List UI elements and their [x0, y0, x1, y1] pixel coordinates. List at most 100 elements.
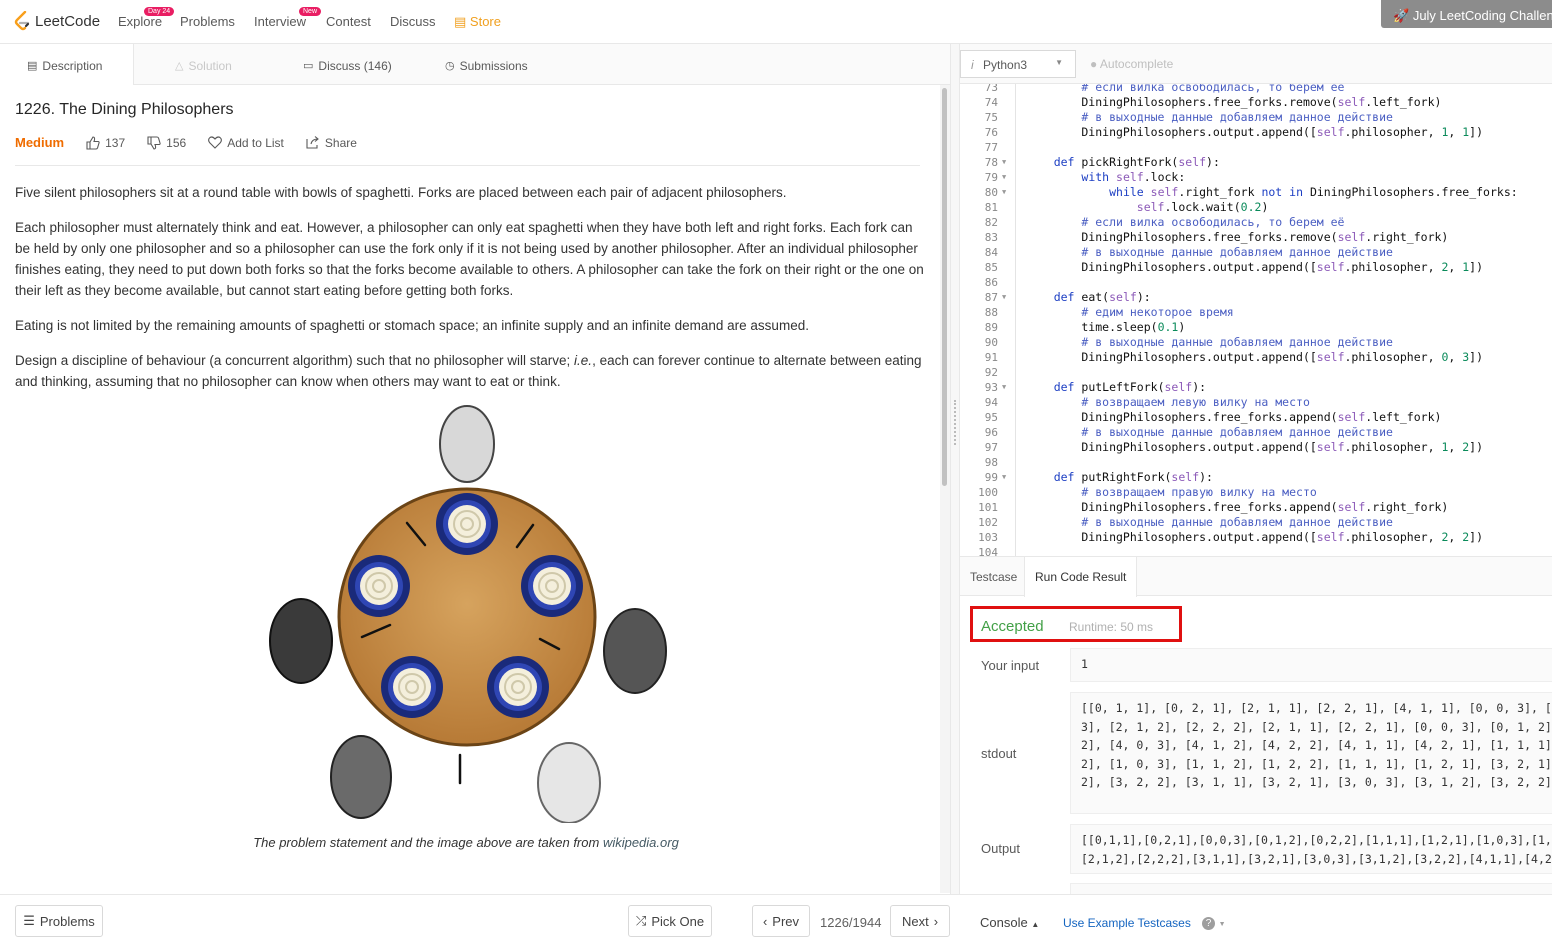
line-number: 74: [984, 96, 998, 109]
leetcode-logo[interactable]: LeetCode: [14, 11, 100, 31]
code-text: self.lock.wait(0.2): [1136, 200, 1269, 214]
code-line[interactable]: 99 ▼ def putRightFork(self):: [960, 470, 1552, 485]
line-number: 95: [984, 411, 998, 424]
tab-solution[interactable]: △ Solution: [175, 44, 232, 85]
code-line[interactable]: 79 ▼ with self.lock:: [960, 170, 1552, 185]
line-number: 103: [978, 531, 998, 544]
dislike-button[interactable]: 156: [147, 136, 186, 150]
tab-testcase-label: Testcase: [970, 570, 1018, 584]
nav-problems-label: Problems: [180, 14, 235, 29]
autocomplete-toggle[interactable]: ● Autocomplete: [1090, 57, 1173, 71]
code-line[interactable]: 76 DiningPhilosophers.output.append([sel…: [960, 125, 1552, 140]
tab-run-code-result[interactable]: Run Code Result: [1024, 557, 1138, 597]
code-line[interactable]: 94 # возвращаем левую вилку на место: [960, 395, 1552, 410]
code-line[interactable]: 102 # в выходные данные добавляем данное…: [960, 515, 1552, 530]
drag-handle-icon[interactable]: [954, 400, 956, 445]
code-editor[interactable]: 73 # если вилка освободилась, то берем е…: [960, 84, 1552, 556]
nav-explore[interactable]: Explore Day 24: [118, 7, 175, 29]
code-line[interactable]: 104: [960, 545, 1552, 556]
shuffle-icon: ⤮: [635, 913, 647, 928]
language-select[interactable]: i Python3 ▼: [960, 50, 1076, 78]
fold-arrow-icon[interactable]: ▼: [1002, 185, 1006, 200]
code-line[interactable]: 90 # в выходные данные добавляем данное …: [960, 335, 1552, 350]
tab-submissions[interactable]: ◷ Submissions: [445, 44, 528, 85]
code-line[interactable]: 91 DiningPhilosophers.output.append([sel…: [960, 350, 1552, 365]
fold-arrow-icon[interactable]: ▼: [1002, 170, 1006, 185]
fold-arrow-icon[interactable]: ▼: [1002, 155, 1006, 170]
code-line[interactable]: 82 # если вилка освободилась, то берем е…: [960, 215, 1552, 230]
caret-up-icon: ▲: [1031, 920, 1040, 929]
fold-arrow-icon[interactable]: ▼: [1002, 290, 1006, 305]
nav-discuss[interactable]: Discuss: [390, 14, 436, 29]
code-line[interactable]: 89 time.sleep(0.1): [960, 320, 1552, 335]
console-button[interactable]: Console ▲: [980, 915, 1039, 930]
dining-philosophers-illustration: [269, 405, 667, 823]
line-number: 86: [984, 276, 998, 289]
code-line[interactable]: 101 DiningPhilosophers.free_forks.append…: [960, 500, 1552, 515]
code-text: DiningPhilosophers.output.append([self.p…: [1026, 350, 1484, 364]
pick-one-button[interactable]: ⤮ Pick One: [628, 905, 712, 937]
use-example-testcases-link[interactable]: Use Example Testcases: [1063, 916, 1191, 930]
tab-testcase[interactable]: Testcase: [960, 557, 1027, 597]
july-challenge-button[interactable]: 🚀 July LeetCoding Challenge: [1381, 0, 1552, 28]
code-line[interactable]: 87 ▼ def eat(self):: [960, 290, 1552, 305]
code-line[interactable]: 100 # возвращаем правую вилку на место: [960, 485, 1552, 500]
code-text: # в выходные данные добавляем данное дей…: [1026, 245, 1393, 259]
description-paragraph: Design a discipline of behaviour (a conc…: [15, 350, 925, 392]
logo-text: LeetCode: [35, 12, 101, 30]
code-line[interactable]: 78 ▼ def pickRightFork(self):: [960, 155, 1552, 170]
code-line[interactable]: 73 # если вилка освободилась, то берем е…: [960, 84, 1552, 95]
problems-list-button[interactable]: ☰ Problems: [15, 905, 103, 937]
fold-arrow-icon[interactable]: ▼: [1002, 470, 1006, 485]
line-number: 90: [984, 336, 998, 349]
code-line[interactable]: 103 DiningPhilosophers.output.append([se…: [960, 530, 1552, 545]
title-divider: [15, 165, 920, 166]
tab-discuss[interactable]: ▭ Discuss (146): [303, 44, 392, 85]
code-line[interactable]: 85 DiningPhilosophers.output.append([sel…: [960, 260, 1552, 275]
code-line[interactable]: 84 # в выходные данные добавляем данное …: [960, 245, 1552, 260]
nav-contest[interactable]: Contest: [326, 14, 371, 29]
pane-resizer[interactable]: [950, 44, 960, 894]
code-line[interactable]: 96 # в выходные данные добавляем данное …: [960, 425, 1552, 440]
code-text: DiningPhilosophers.output.append([self.p…: [1026, 260, 1484, 274]
code-line[interactable]: 74 DiningPhilosophers.free_forks.remove(…: [960, 95, 1552, 110]
prev-button[interactable]: ‹ Prev: [752, 905, 810, 937]
code-text: # возвращаем правую вилку на место: [1026, 485, 1317, 499]
nav-problems[interactable]: Problems: [180, 14, 235, 29]
code-line[interactable]: 80 ▼ while self.right_fork not in DiningP…: [960, 185, 1552, 200]
like-button[interactable]: 137: [86, 136, 125, 150]
share-label: Share: [324, 135, 357, 150]
code-line[interactable]: 95 DiningPhilosophers.free_forks.append(…: [960, 410, 1552, 425]
output-label: Output: [981, 841, 1021, 856]
code-line[interactable]: 75 # в выходные данные добавляем данное …: [960, 110, 1552, 125]
line-number: 88: [984, 306, 998, 319]
wikipedia-link[interactable]: wikipedia.org: [603, 835, 679, 850]
line-number: 97: [984, 441, 998, 454]
code-text: # едим некоторое время: [1026, 305, 1234, 319]
line-number: 101: [978, 501, 998, 514]
nav-store[interactable]: ▤ Store: [454, 14, 501, 30]
code-text: DiningPhilosophers.output.append([self.p…: [1026, 530, 1484, 544]
next-button[interactable]: Next ›: [890, 905, 950, 937]
top-navbar: LeetCode Explore Day 24 Problems Intervi…: [0, 0, 1552, 44]
fold-arrow-icon[interactable]: ▼: [1002, 380, 1006, 395]
code-line[interactable]: 86: [960, 275, 1552, 290]
nav-interview[interactable]: Interview New: [254, 7, 322, 29]
description-scroll-thumb[interactable]: [942, 88, 947, 486]
tab-description[interactable]: ▤ Description: [0, 44, 134, 85]
description-paragraph: Five silent philosophers sit at a round …: [15, 185, 787, 200]
help-button[interactable]: ? ▼: [1202, 914, 1226, 930]
share-button[interactable]: Share: [306, 136, 357, 150]
code-line[interactable]: 83 DiningPhilosophers.free_forks.remove(…: [960, 230, 1552, 245]
code-line[interactable]: 92: [960, 365, 1552, 380]
line-number: 79: [984, 171, 998, 184]
code-line[interactable]: 97 DiningPhilosophers.output.append([sel…: [960, 440, 1552, 455]
code-line[interactable]: 77: [960, 140, 1552, 155]
add-to-list-button[interactable]: Add to List: [208, 136, 284, 150]
line-number: 77: [984, 141, 998, 154]
run-code-result: Accepted Runtime: 50 ms Your input 1 std…: [960, 596, 1552, 894]
code-line[interactable]: 98: [960, 455, 1552, 470]
code-line[interactable]: 88 # едим некоторое время: [960, 305, 1552, 320]
code-line[interactable]: 81 self.lock.wait(0.2): [960, 200, 1552, 215]
code-line[interactable]: 93 ▼ def putLeftFork(self):: [960, 380, 1552, 395]
